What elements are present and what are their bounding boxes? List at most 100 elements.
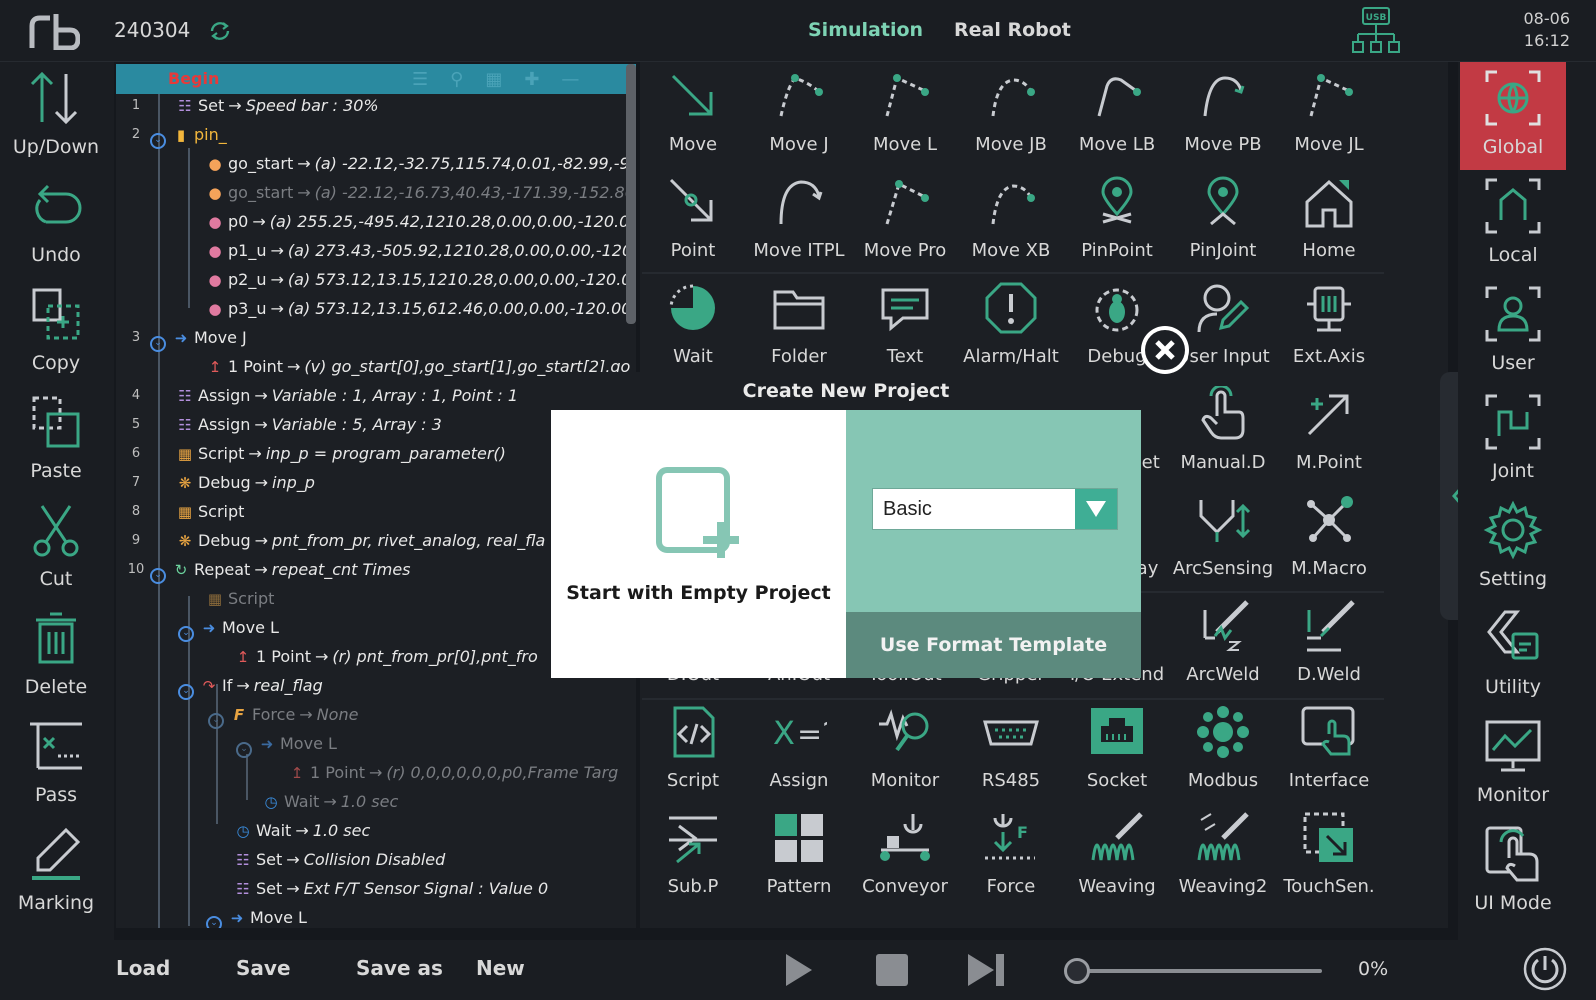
new-button[interactable]: New [476,956,525,980]
pass-button[interactable]: Pass [0,710,112,818]
tree-row[interactable]: ⌄ ➜ Move L [116,904,636,928]
stop-icon[interactable] [876,954,908,986]
cmd-folder[interactable]: Folder [746,274,852,380]
speed-slider-track[interactable] [1076,969,1322,973]
cmd-move-pro[interactable]: Move Pro [852,168,958,274]
cut-button[interactable]: Cut [0,494,112,602]
dropdown-button[interactable] [1075,489,1117,529]
setting-button[interactable]: Setting [1460,494,1566,602]
tree-row[interactable]: ☷ Set → Collision Disabled [116,846,636,875]
top-bar: 240304 Simulation Real Robot USB 08-06 1… [0,0,1596,62]
cmd-home[interactable]: Home [1276,168,1382,274]
cmd-monitor[interactable]: Monitor [852,698,958,804]
cmd-interface[interactable]: Interface [1276,698,1382,804]
subprogram-icon [669,816,717,864]
load-button[interactable]: Load [116,956,170,980]
tree-row[interactable]: 3 ⌄ ➜ Move J [116,324,636,353]
cmd-sub-p[interactable]: Sub.P [640,804,746,910]
speed-slider-knob[interactable] [1064,958,1090,984]
alarm-icon [985,282,1037,334]
coord-user-button[interactable]: User [1460,278,1566,386]
tree-row[interactable]: ⌄ F Force → None [116,701,636,730]
tree-scrollbar[interactable] [626,64,636,324]
cmd-pinjoint[interactable]: PinJoint [1170,168,1276,274]
cmd-modbus[interactable]: Modbus [1170,698,1276,804]
cmd-move-pb[interactable]: Move PB [1170,62,1276,168]
coord-joint-button[interactable]: Joint [1460,386,1566,494]
template-select[interactable]: Basic [872,488,1118,530]
tree-row[interactable]: ● p2_u → (a) 573.12,13.15,1210.28,0.00,0.00… [116,266,636,295]
delete-button[interactable]: Delete [0,602,112,710]
cmd-pinpoint[interactable]: PinPoint [1064,168,1170,274]
cmd-rs485[interactable]: RS485 [958,698,1064,804]
usb-network-icon[interactable]: USB [1350,6,1402,56]
cmd-socket[interactable]: Socket [1064,698,1170,804]
cmd-weaving2[interactable]: Weaving2 [1170,804,1276,910]
monitor-button[interactable]: Monitor [1460,710,1566,818]
cmd-weaving[interactable]: Weaving [1064,804,1170,910]
cmd-m-point[interactable]: M.Point [1276,380,1382,486]
tree-row[interactable]: ● p3_u → (a) 573.12,13.15,612.46,0.00,0.00,… [116,295,636,324]
coord-local-button[interactable]: Local [1460,170,1566,278]
cmd-arcweld[interactable]: ArcWeld [1170,592,1276,698]
cmd-d-weld[interactable]: D.Weld [1276,592,1382,698]
cmd-wait[interactable]: Wait [640,274,746,380]
tree-row[interactable]: ↥ 1 Point → (r) 0,0,0,0,0,0,p0,Frame Targ [116,759,636,788]
tree-row[interactable]: ⌄ ➜ Move L [116,730,636,759]
tree-row[interactable]: ● go_start → (a) -22.12,-32.75,115.74,0.01,… [116,150,636,179]
refresh-icon[interactable] [208,19,232,43]
tree-row[interactable]: ● p0 → (a) 255.25,-495.42,1210.28,0.00,0.00… [116,208,636,237]
undo-button[interactable]: Undo [0,170,112,278]
utility-button[interactable]: Utility [1460,602,1566,710]
tree-row[interactable]: 2 ⌄ ▮ pin_ [116,121,636,150]
cmd-script[interactable]: Script [640,698,746,804]
tree-row[interactable]: ● p1_u → (a) 273.43,-505.92,1210.28,0.00,0.… [116,237,636,266]
marking-button[interactable]: Marking [0,818,112,926]
cmd-move-xb[interactable]: Move XB [958,168,1064,274]
cmd-point[interactable]: Point [640,168,746,274]
tree-row[interactable]: ● go_start → (a) -22.12,-16.73,40.43,-171.3… [116,179,636,208]
coord-global-button[interactable]: Global [1460,62,1566,170]
ui-mode-button[interactable]: UI Mode [1460,818,1566,926]
use-format-template-button[interactable]: Use Format Template [846,612,1141,678]
cmd-text[interactable]: Text [852,274,958,380]
cmd-move-jl[interactable]: Move JL [1276,62,1382,168]
save-button[interactable]: Save [236,956,291,980]
cmd-assign[interactable]: X=?Assign [746,698,852,804]
power-icon[interactable] [1522,946,1568,992]
tab-real-robot[interactable]: Real Robot [954,19,1071,41]
cmd-move-jb[interactable]: Move JB [958,62,1064,168]
cmd-manual-d[interactable]: Manual.D [1170,380,1276,486]
save-as-button[interactable]: Save as [356,956,443,980]
paste-button[interactable]: Paste [0,386,112,494]
cmd-move-j[interactable]: Move J [746,62,852,168]
play-icon[interactable] [784,952,814,988]
tab-simulation[interactable]: Simulation [808,19,923,41]
svg-text:X: X [773,714,795,752]
cmd-move-itpl[interactable]: Move ITPL [746,168,852,274]
move-icon [671,74,713,116]
cmd-move-lb[interactable]: Move LB [1064,62,1170,168]
cmd-move-l[interactable]: Move L [852,62,958,168]
tree-row[interactable]: ◷ Wait → 1.0 sec [116,817,636,846]
globe-icon [1485,70,1541,126]
cmd-touchsen[interactable]: TouchSen. [1276,804,1382,910]
cmd-arcsensing[interactable]: ArcSensing [1170,486,1276,592]
cmd-ext-axis[interactable]: Ext.Axis [1276,274,1382,380]
cmd-alarm-halt[interactable]: Alarm/Halt [958,274,1064,380]
tree-row[interactable]: ◷ Wait → 1.0 sec [116,788,636,817]
start-empty-project-option[interactable]: Start with Empty Project [551,410,846,678]
cmd-conveyor[interactable]: Conveyor [852,804,958,910]
cmd-force[interactable]: F Force [958,804,1064,910]
up-down-button[interactable]: Up/Down [0,62,112,170]
tree-row[interactable]: ☷ Set → Ext F/T Sensor Signal : Value 0 [116,875,636,904]
cmd-pattern[interactable]: Pattern [746,804,852,910]
tree-row[interactable]: 1 ☷ Set → Speed bar : 30% [116,92,636,121]
modbus-icon [1197,706,1249,758]
copy-button[interactable]: Copy [0,278,112,386]
step-forward-icon[interactable] [966,952,1006,988]
cmd-m-macro[interactable]: M.Macro [1276,486,1382,592]
cmd-move[interactable]: Move [640,62,746,168]
touch-hand-icon [1485,826,1539,882]
close-modal-button[interactable] [1141,326,1189,374]
